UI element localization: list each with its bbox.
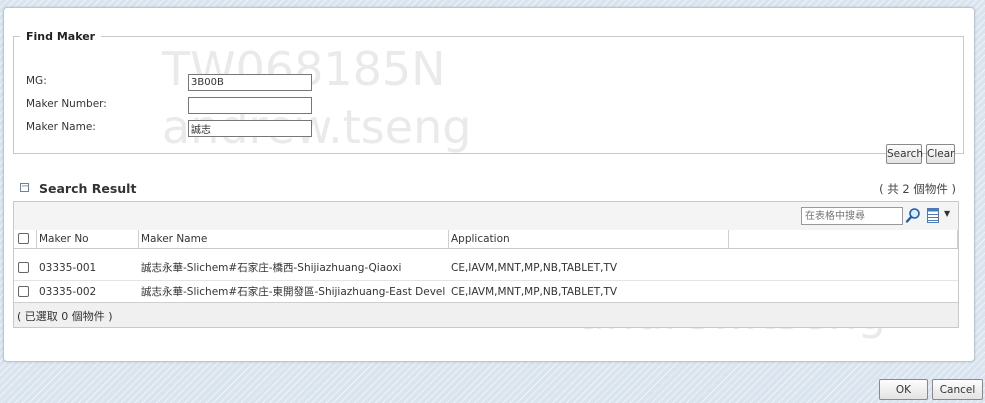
column-header-filler xyxy=(728,230,958,248)
maker-name-input[interactable] xyxy=(188,120,312,137)
cell-maker-name: 誠志永華-Slichem#石家庄-東開發區-Shijiazhuang-East … xyxy=(141,286,446,298)
cancel-button[interactable]: Cancel xyxy=(932,379,983,400)
row-checkbox[interactable] xyxy=(18,262,29,273)
mg-input[interactable] xyxy=(188,74,312,91)
search-icon[interactable] xyxy=(905,207,921,224)
grid-footer: ( 已選取 0 個物件 ) xyxy=(14,302,958,327)
column-header-maker-no[interactable]: Maker No xyxy=(36,230,138,248)
find-maker-legend: Find Maker xyxy=(26,30,96,43)
ok-button[interactable]: OK xyxy=(879,379,928,400)
cell-application: CE,IAVM,MNT,MP,NB,TABLET,TV xyxy=(451,262,618,274)
grid-header-row: Maker No Maker Name Application xyxy=(14,230,958,249)
find-maker-dialog: TW068185N andrew.tseng TW068185N andrew.… xyxy=(3,7,975,362)
row-checkbox[interactable] xyxy=(18,286,29,297)
search-button[interactable]: Search xyxy=(886,144,923,164)
column-header-application[interactable]: Application xyxy=(448,230,728,248)
maker-name-label: Maker Name: xyxy=(26,121,96,133)
maker-number-input[interactable] xyxy=(188,97,312,114)
maker-number-label: Maker Number: xyxy=(26,98,107,110)
search-result-header: − Search Result ( 共 2 個物件 ) xyxy=(20,180,960,198)
select-all-checkbox[interactable] xyxy=(18,233,29,244)
mg-label: MG: xyxy=(26,75,47,87)
selected-count: ( 已選取 0 個物件 ) xyxy=(17,310,113,323)
search-result-title: Search Result xyxy=(39,181,137,196)
results-grid: ▼ Maker No Maker Name Application 03335-… xyxy=(13,201,959,328)
cell-application: CE,IAVM,MNT,MP,NB,TABLET,TV xyxy=(451,286,618,298)
cell-maker-no: 03335-001 xyxy=(39,262,97,274)
grid-search-input[interactable] xyxy=(801,207,903,225)
cell-maker-name: 誠志永華-Slichem#石家庄-橋西-Shijiazhuang-Qiaoxi xyxy=(141,262,402,274)
column-header-maker-name[interactable]: Maker Name xyxy=(138,230,448,248)
clear-button[interactable]: Clear xyxy=(926,144,955,164)
columns-icon[interactable] xyxy=(926,207,940,224)
result-count: ( 共 2 個物件 ) xyxy=(879,182,956,196)
table-row[interactable]: 03335-001 誠志永華-Slichem#石家庄-橋西-Shijiazhua… xyxy=(14,257,958,281)
cell-maker-no: 03335-002 xyxy=(39,286,97,298)
find-maker-panel: Find Maker MG: Maker Number: Maker Name:… xyxy=(13,30,964,164)
collapse-icon[interactable]: − xyxy=(20,182,29,192)
chevron-down-icon[interactable]: ▼ xyxy=(944,209,950,218)
grid-toolbar: ▼ xyxy=(14,202,958,231)
